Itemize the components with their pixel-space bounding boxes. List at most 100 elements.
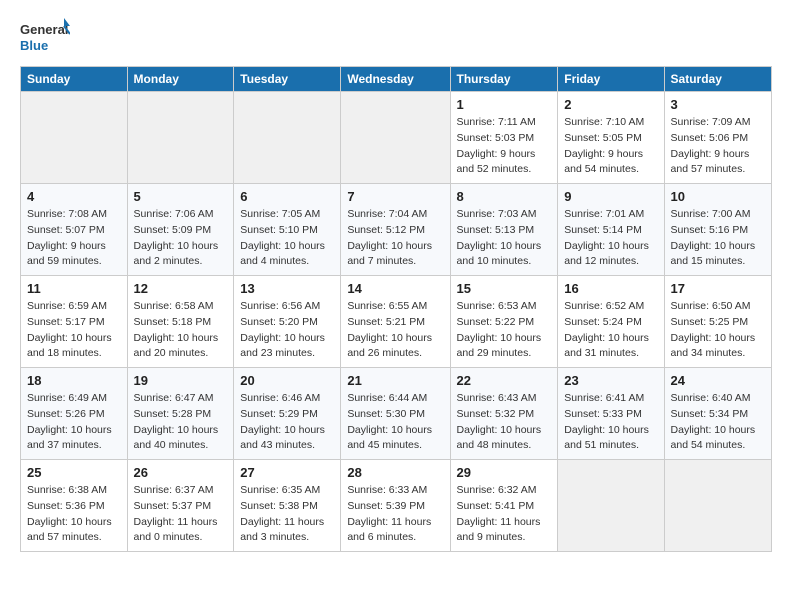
day-number: 16: [564, 281, 657, 296]
day-info: Sunrise: 6:46 AMSunset: 5:29 PMDaylight:…: [240, 391, 334, 454]
day-number: 9: [564, 189, 657, 204]
calendar-week-3: 11 Sunrise: 6:59 AMSunset: 5:17 PMDayligh…: [21, 276, 772, 368]
day-number: 20: [240, 373, 334, 388]
weekday-header-monday: Monday: [127, 67, 234, 92]
calendar-cell: 24Sunrise: 6:40 AMSunset: 5:34 PMDayligh…: [664, 368, 771, 460]
day-info: Sunrise: 7:08 AMSunset: 5:07 PMDaylight:…: [27, 207, 121, 270]
calendar-cell: 20 Sunrise: 6:46 AMSunset: 5:29 PMDayligh…: [234, 368, 341, 460]
calendar-cell: [558, 460, 664, 552]
day-info: Sunrise: 6:38 AMSunset: 5:36 PMDaylight:…: [27, 483, 121, 546]
calendar-cell: 26 Sunrise: 6:37 AMSunset: 5:37 PMDayligh…: [127, 460, 234, 552]
day-info: Sunrise: 6:40 AMSunset: 5:34 PMDaylight:…: [671, 391, 765, 454]
calendar-cell: 3 Sunrise: 7:09 AMSunset: 5:06 PMDaylight…: [664, 92, 771, 184]
calendar-cell: 28Sunrise: 6:33 AMSunset: 5:39 PMDayligh…: [341, 460, 450, 552]
day-info: Sunrise: 7:10 AMSunset: 5:05 PMDaylight:…: [564, 115, 657, 178]
day-info: Sunrise: 6:59 AMSunset: 5:17 PMDaylight:…: [27, 299, 121, 362]
day-info: Sunrise: 6:44 AMSunset: 5:30 PMDaylight:…: [347, 391, 443, 454]
day-number: 29: [457, 465, 552, 480]
day-number: 2: [564, 97, 657, 112]
day-info: Sunrise: 6:50 AMSunset: 5:25 PMDaylight:…: [671, 299, 765, 362]
day-number: 10: [671, 189, 765, 204]
day-info: Sunrise: 6:49 AMSunset: 5:26 PMDaylight:…: [27, 391, 121, 454]
calendar-cell: 29 Sunrise: 6:32 AMSunset: 5:41 PMDayligh…: [450, 460, 558, 552]
logo: General Blue: [20, 16, 70, 56]
calendar-cell: 19 Sunrise: 6:47 AMSunset: 5:28 PMDayligh…: [127, 368, 234, 460]
day-info: Sunrise: 6:41 AMSunset: 5:33 PMDaylight:…: [564, 391, 657, 454]
svg-text:General: General: [20, 22, 68, 37]
day-number: 18: [27, 373, 121, 388]
calendar-cell: 21 Sunrise: 6:44 AMSunset: 5:30 PMDayligh…: [341, 368, 450, 460]
weekday-header-saturday: Saturday: [664, 67, 771, 92]
day-number: 17: [671, 281, 765, 296]
day-info: Sunrise: 6:56 AMSunset: 5:20 PMDaylight:…: [240, 299, 334, 362]
calendar-cell: 25 Sunrise: 6:38 AMSunset: 5:36 PMDayligh…: [21, 460, 128, 552]
calendar-week-1: 1 Sunrise: 7:11 AMSunset: 5:03 PMDaylight…: [21, 92, 772, 184]
day-number: 1: [457, 97, 552, 112]
day-info: Sunrise: 6:32 AMSunset: 5:41 PMDaylight:…: [457, 483, 552, 546]
calendar-cell: 16 Sunrise: 6:52 AMSunset: 5:24 PMDayligh…: [558, 276, 664, 368]
calendar-table: SundayMondayTuesdayWednesdayThursdayFrid…: [20, 66, 772, 552]
calendar-cell: [21, 92, 128, 184]
day-info: Sunrise: 7:04 AMSunset: 5:12 PMDaylight:…: [347, 207, 443, 270]
weekday-header-wednesday: Wednesday: [341, 67, 450, 92]
day-number: 26: [134, 465, 228, 480]
calendar-cell: 10 Sunrise: 7:00 AMSunset: 5:16 PMDayligh…: [664, 184, 771, 276]
calendar-cell: 27Sunrise: 6:35 AMSunset: 5:38 PMDayligh…: [234, 460, 341, 552]
day-number: 27: [240, 465, 334, 480]
svg-text:Blue: Blue: [20, 38, 48, 53]
weekday-header-sunday: Sunday: [21, 67, 128, 92]
day-info: Sunrise: 6:37 AMSunset: 5:37 PMDaylight:…: [134, 483, 228, 546]
day-number: 11: [27, 281, 121, 296]
weekday-header-thursday: Thursday: [450, 67, 558, 92]
day-info: Sunrise: 7:06 AMSunset: 5:09 PMDaylight:…: [134, 207, 228, 270]
day-info: Sunrise: 6:43 AMSunset: 5:32 PMDaylight:…: [457, 391, 552, 454]
day-number: 15: [457, 281, 552, 296]
logo-svg: General Blue: [20, 16, 70, 56]
weekday-header-tuesday: Tuesday: [234, 67, 341, 92]
calendar-header-row: SundayMondayTuesdayWednesdayThursdayFrid…: [21, 67, 772, 92]
day-info: Sunrise: 6:53 AMSunset: 5:22 PMDaylight:…: [457, 299, 552, 362]
day-info: Sunrise: 6:52 AMSunset: 5:24 PMDaylight:…: [564, 299, 657, 362]
day-info: Sunrise: 7:09 AMSunset: 5:06 PMDaylight:…: [671, 115, 765, 178]
day-info: Sunrise: 6:55 AMSunset: 5:21 PMDaylight:…: [347, 299, 443, 362]
calendar-week-2: 4 Sunrise: 7:08 AMSunset: 5:07 PMDaylight…: [21, 184, 772, 276]
day-number: 22: [457, 373, 552, 388]
day-number: 4: [27, 189, 121, 204]
day-info: Sunrise: 7:05 AMSunset: 5:10 PMDaylight:…: [240, 207, 334, 270]
calendar-cell: 15 Sunrise: 6:53 AMSunset: 5:22 PMDayligh…: [450, 276, 558, 368]
day-number: 14: [347, 281, 443, 296]
calendar-cell: 7 Sunrise: 7:04 AMSunset: 5:12 PMDaylight…: [341, 184, 450, 276]
day-info: Sunrise: 6:58 AMSunset: 5:18 PMDaylight:…: [134, 299, 228, 362]
calendar-cell: 8Sunrise: 7:03 AMSunset: 5:13 PMDaylight…: [450, 184, 558, 276]
day-number: 5: [134, 189, 228, 204]
calendar-cell: 6 Sunrise: 7:05 AMSunset: 5:10 PMDaylight…: [234, 184, 341, 276]
calendar-cell: [234, 92, 341, 184]
day-number: 13: [240, 281, 334, 296]
calendar-week-5: 25 Sunrise: 6:38 AMSunset: 5:36 PMDayligh…: [21, 460, 772, 552]
day-number: 25: [27, 465, 121, 480]
day-info: Sunrise: 7:00 AMSunset: 5:16 PMDaylight:…: [671, 207, 765, 270]
weekday-header-friday: Friday: [558, 67, 664, 92]
calendar-cell: 2 Sunrise: 7:10 AMSunset: 5:05 PMDaylight…: [558, 92, 664, 184]
day-number: 21: [347, 373, 443, 388]
day-info: Sunrise: 6:47 AMSunset: 5:28 PMDaylight:…: [134, 391, 228, 454]
day-number: 6: [240, 189, 334, 204]
calendar-cell: 18 Sunrise: 6:49 AMSunset: 5:26 PMDayligh…: [21, 368, 128, 460]
day-info: Sunrise: 7:11 AMSunset: 5:03 PMDaylight:…: [457, 115, 552, 178]
day-number: 7: [347, 189, 443, 204]
calendar-week-4: 18 Sunrise: 6:49 AMSunset: 5:26 PMDayligh…: [21, 368, 772, 460]
day-info: Sunrise: 7:01 AMSunset: 5:14 PMDaylight:…: [564, 207, 657, 270]
day-number: 12: [134, 281, 228, 296]
calendar-cell: 14 Sunrise: 6:55 AMSunset: 5:21 PMDayligh…: [341, 276, 450, 368]
calendar-cell: [341, 92, 450, 184]
calendar-cell: 5 Sunrise: 7:06 AMSunset: 5:09 PMDaylight…: [127, 184, 234, 276]
calendar-cell: 4 Sunrise: 7:08 AMSunset: 5:07 PMDaylight…: [21, 184, 128, 276]
day-info: Sunrise: 7:03 AMSunset: 5:13 PMDaylight:…: [457, 207, 552, 270]
calendar-cell: 13 Sunrise: 6:56 AMSunset: 5:20 PMDayligh…: [234, 276, 341, 368]
calendar-cell: 1 Sunrise: 7:11 AMSunset: 5:03 PMDaylight…: [450, 92, 558, 184]
day-number: 19: [134, 373, 228, 388]
day-number: 3: [671, 97, 765, 112]
calendar-cell: [664, 460, 771, 552]
calendar-body: 1 Sunrise: 7:11 AMSunset: 5:03 PMDaylight…: [21, 92, 772, 552]
calendar-cell: 12 Sunrise: 6:58 AMSunset: 5:18 PMDayligh…: [127, 276, 234, 368]
